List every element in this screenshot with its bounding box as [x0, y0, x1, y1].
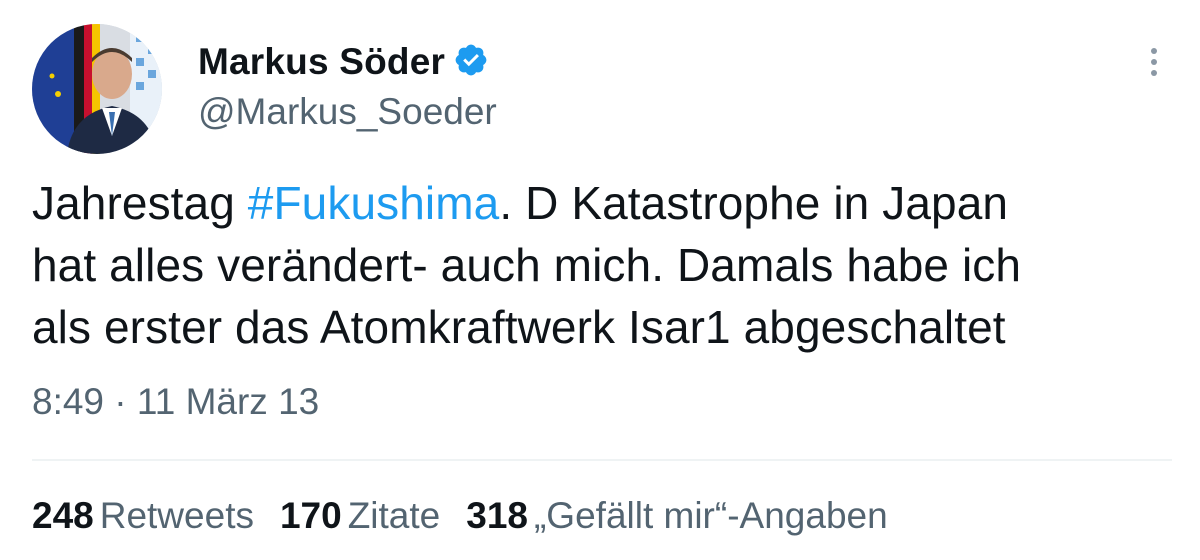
retweets-stat[interactable]: 248 Retweets: [32, 494, 254, 538]
more-dot: [1151, 70, 1157, 76]
avatar-image: [32, 24, 162, 154]
quotes-stat[interactable]: 170 Zitate: [280, 494, 440, 538]
quotes-count: 170: [279, 495, 342, 536]
hashtag-link[interactable]: #Fukushima: [248, 177, 500, 229]
retweets-count: 248: [32, 495, 94, 536]
more-options-icon[interactable]: [1130, 38, 1178, 86]
tweet-text-segment: . D Katastrophe in Japan: [499, 177, 1009, 229]
more-dot: [1151, 48, 1157, 54]
likes-stat[interactable]: 318 „Gefällt mir“-Angaben: [466, 494, 887, 538]
avatar[interactable]: [32, 24, 162, 154]
tweet-text-line-2: hat alles verändert- auch mich. Damals h…: [32, 239, 1022, 291]
likes-count: 318: [466, 495, 528, 536]
tweet-text: Jahrestag #Fukushima. D Katastrophe in J…: [32, 172, 1172, 358]
engagement-stats: 248 Retweets 170 Zitate 318 „Gefällt mir“-Ang…: [32, 494, 914, 538]
retweets-label: Retweets: [99, 495, 254, 536]
more-dot: [1151, 59, 1157, 65]
author-display-name-text: Markus Söder: [198, 41, 446, 82]
divider: [32, 459, 1172, 461]
quotes-label: Zitate: [347, 495, 441, 536]
likes-label: „Gefällt mir“-Angaben: [533, 495, 888, 536]
tweet-card: Markus Söder @Markus_Soeder Jahrestag #F…: [0, 0, 1200, 560]
tweet-text-line-1: Jahrestag #Fukushima. D Katastrophe in J…: [32, 172, 1172, 234]
tweet-timestamp[interactable]: 8:49 · 11 März 13: [32, 380, 319, 424]
author-display-name[interactable]: Markus Söder: [198, 40, 489, 84]
tweet-text-segment: Jahrestag: [32, 177, 248, 229]
verified-badge-icon: [455, 44, 487, 76]
author-handle[interactable]: @Markus_Soeder: [198, 90, 497, 134]
tweet-text-line-3: als erster das Atomkraftwerk Isar1 abges…: [32, 301, 1006, 353]
